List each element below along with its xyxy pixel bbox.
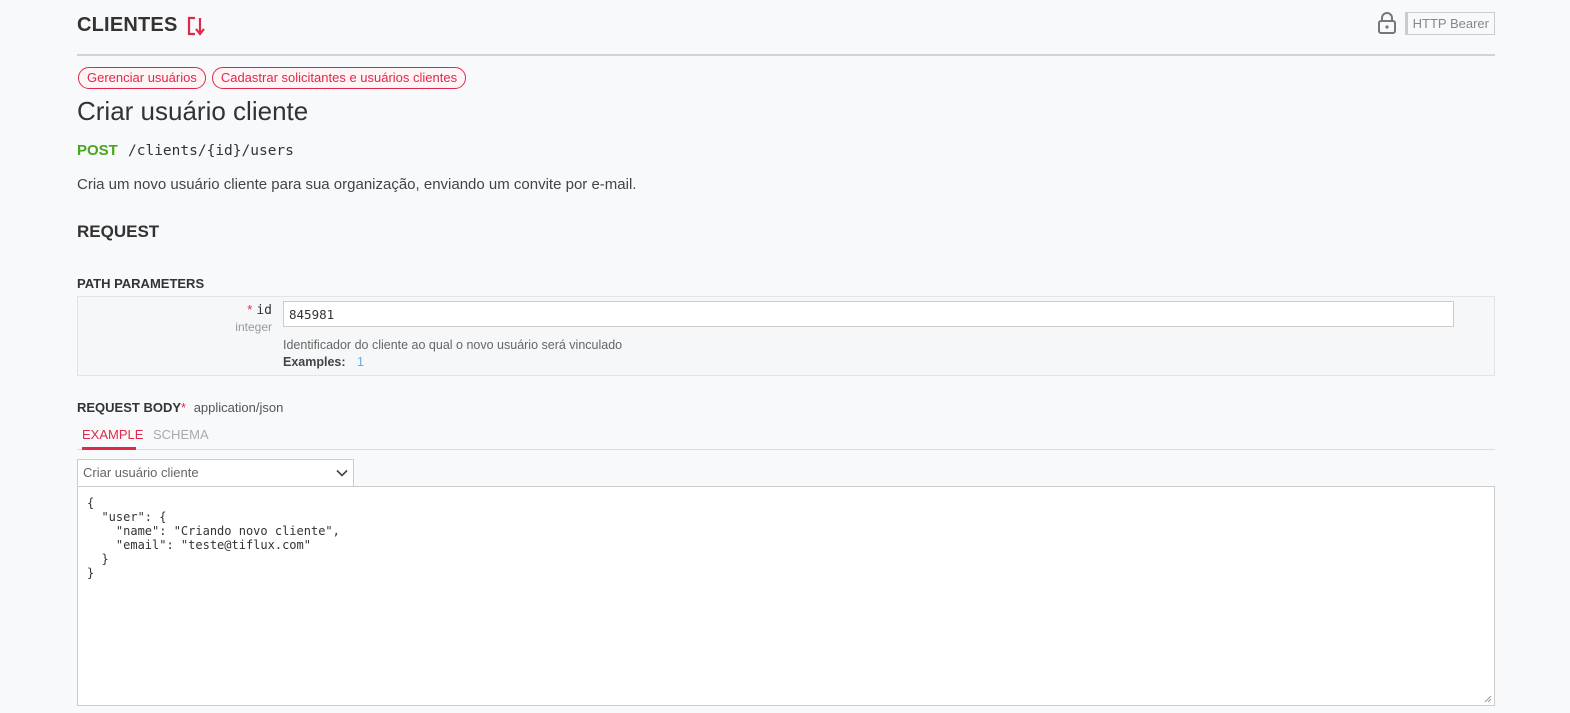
auth-indicator[interactable]: HTTP Bearer <box>1377 11 1495 35</box>
lock-icon[interactable] <box>1377 11 1397 35</box>
param-label: * id integer <box>235 301 272 334</box>
tab-schema[interactable]: SCHEMA <box>153 427 209 447</box>
examples-label: Examples: <box>283 355 346 369</box>
content-type: application/json <box>193 400 284 415</box>
endpoint: POST /clients/{id}/users <box>77 142 294 159</box>
param-name: id <box>256 303 272 318</box>
section-title[interactable]: CLIENTES <box>77 14 206 37</box>
required-marker: * <box>247 302 253 317</box>
operation-title: Criar usuário cliente <box>77 96 309 126</box>
request-body-editor[interactable]: { "user": { "name": "Criando novo client… <box>77 486 1495 706</box>
required-marker: * <box>181 400 187 415</box>
sort-icon[interactable] <box>186 15 206 37</box>
auth-scheme-badge[interactable]: HTTP Bearer <box>1404 11 1495 35</box>
operation-description: Cria um novo usuário cliente para sua or… <box>77 176 637 193</box>
request-heading: REQUEST <box>77 222 160 241</box>
request-body-heading: REQUEST BODY* application/json <box>77 400 283 415</box>
id-param-input[interactable] <box>283 301 1454 327</box>
endpoint-path: /clients/{id}/users <box>128 143 294 159</box>
section-title-text: CLIENTES <box>77 14 178 36</box>
tag-gerenciar-usuarios[interactable]: Gerenciar usuários <box>78 67 206 89</box>
example-value-link[interactable]: 1 <box>357 355 364 369</box>
path-parameters-heading: PATH PARAMETERS <box>77 276 205 291</box>
chevron-down-icon <box>336 469 348 477</box>
request-body-title: REQUEST BODY <box>77 400 182 415</box>
example-select[interactable]: Criar usuário cliente <box>77 459 354 487</box>
section-header: CLIENTES HTTP Bearer <box>77 0 1495 56</box>
param-description: Identificador do cliente ao qual o novo … <box>283 338 623 352</box>
param-type: integer <box>235 320 272 334</box>
tab-example[interactable]: EXAMPLE <box>82 427 143 450</box>
param-examples: Examples: 1 <box>283 355 364 369</box>
operation-tags: Gerenciar usuários Cadastrar solicitante… <box>78 67 467 89</box>
example-select-value: Criar usuário cliente <box>83 465 199 480</box>
body-tabs: EXAMPLE SCHEMA <box>77 427 1495 450</box>
tag-cadastrar-solicitantes[interactable]: Cadastrar solicitantes e usuários client… <box>211 67 467 89</box>
operation-panel: CLIENTES HTTP Bearer Gerenciar usuários … <box>77 0 1495 706</box>
request-body-json[interactable]: { "user": { "name": "Criando novo client… <box>78 487 1494 589</box>
path-parameter-row: *id integer Identificador do cliente ao … <box>77 296 1495 376</box>
resize-handle-icon[interactable] <box>1484 695 1492 703</box>
http-method: POST <box>77 142 118 159</box>
